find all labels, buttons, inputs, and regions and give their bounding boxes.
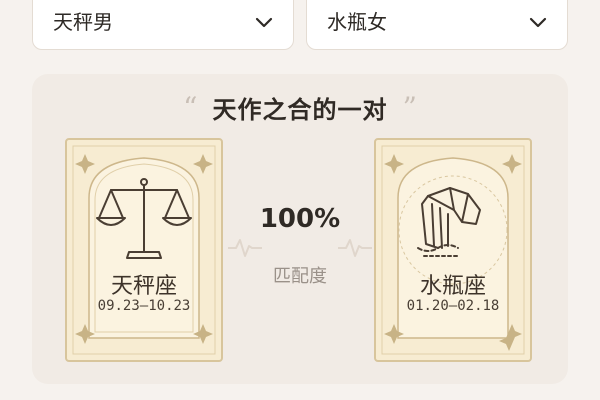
open-quote-mark: “ xyxy=(183,91,198,124)
sign-name: 水瓶座 xyxy=(419,274,486,299)
male-sign-select[interactable]: 天秤男 xyxy=(32,0,294,50)
heartbeat-line-icon xyxy=(338,239,372,257)
male-sign-value: 天秤男 xyxy=(53,9,113,34)
aquarius-card: 水瓶座 01.20–02.18 xyxy=(374,138,532,362)
match-headline: “ 天作之合的一对 ” xyxy=(0,90,600,125)
close-quote-mark: ” xyxy=(402,91,417,124)
heartbeat-line-icon xyxy=(228,239,262,257)
sign-dates: 09.23–10.23 xyxy=(97,298,191,314)
sign-dates: 01.20–02.18 xyxy=(406,298,500,314)
match-percent: 100% xyxy=(259,204,341,234)
water-bearer-icon xyxy=(417,187,481,257)
female-sign-select[interactable]: 水瓶女 xyxy=(306,0,568,50)
match-title: 天作之合的一对 xyxy=(212,96,388,124)
libra-card: 天秤座 09.23–10.23 xyxy=(65,138,223,362)
match-label: 匹配度 xyxy=(273,266,327,287)
scales-icon xyxy=(96,178,192,259)
match-score: 100% xyxy=(232,204,368,234)
female-sign-value: 水瓶女 xyxy=(327,9,387,34)
sign-name: 天秤座 xyxy=(110,274,177,299)
chevron-down-icon xyxy=(529,17,547,28)
chevron-down-icon xyxy=(255,17,273,28)
